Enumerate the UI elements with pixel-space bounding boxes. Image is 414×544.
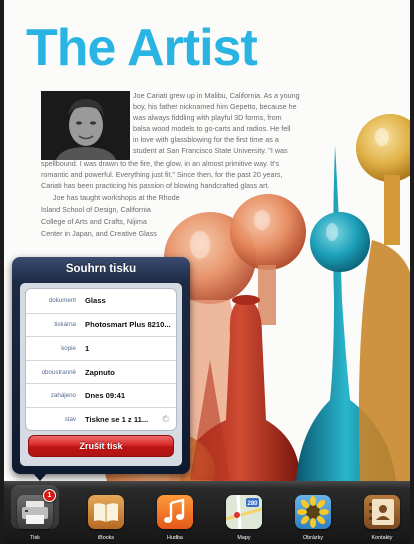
- row-value: Zapnuto: [85, 367, 115, 377]
- row-key: zahájeno: [50, 392, 76, 400]
- dock-app-label: Tisk: [30, 535, 40, 541]
- document-text-line: Joe Cariati grew up in Malibu, Californi…: [133, 91, 300, 100]
- table-row: stav Tiskne se 1 z 11...: [26, 407, 176, 430]
- activity-spinner-icon: [162, 415, 170, 424]
- dock-app-label: Obrázky: [302, 535, 324, 541]
- document-text-line: balsa wood models to go-carts and radios…: [133, 124, 291, 133]
- document-title: The Artist: [26, 19, 258, 77]
- document-text-line: Joe has taught workshops at the Rhode: [53, 193, 180, 202]
- popover-title: Souhrn tisku: [65, 263, 137, 275]
- maps-icon: 280: [226, 495, 262, 529]
- dock-app-label: Hudba: [167, 535, 183, 541]
- table-row: tiskárna Photosmart Plus 8210...: [26, 312, 176, 337]
- row-value: Dnes 09:41: [85, 391, 126, 401]
- print-summary-popover: Souhrn tisku dokument Glass tiskárna Pho…: [12, 257, 190, 474]
- dock: 1 Tisk iBooks Hudba 280 Mapy Obrázky Kon…: [0, 481, 414, 544]
- dock-app-photos[interactable]: Obrázky: [290, 487, 336, 541]
- document-text-line: Cariati has been practicing his passion …: [41, 181, 270, 190]
- device-bezel-right: [410, 0, 414, 544]
- row-key: tiskárna: [54, 321, 76, 329]
- dock-app-contacts[interactable]: Kontakty: [359, 487, 405, 541]
- document-text-line: boy, his father nicknamed him Gepetto, b…: [133, 102, 297, 111]
- print-details-table: dokument Glass tiskárna Photosmart Plus …: [25, 288, 177, 431]
- table-row: zahájeno Dnes 09:41: [26, 383, 176, 407]
- row-key: oboustranně: [41, 368, 76, 376]
- cancel-print-button[interactable]: Zrušit tisk: [28, 435, 174, 457]
- artist-portrait: [41, 91, 130, 160]
- popover-body: dokument Glass tiskárna Photosmart Plus …: [20, 283, 182, 466]
- document-text-line: spellbound. I was drawn to the fire, the…: [41, 159, 280, 168]
- ios-screen: The Artist Joe Cariati grew up in Malibu…: [0, 0, 414, 544]
- row-value: 1: [85, 343, 90, 353]
- dock-app-maps[interactable]: 280 Mapy: [221, 487, 267, 541]
- dock-app-label: Kontakty: [371, 535, 393, 541]
- photos-icon: [295, 495, 331, 529]
- popover-arrow: [32, 472, 48, 481]
- row-key: stav: [64, 415, 76, 423]
- document-text-line: Island School of Design, California: [41, 205, 151, 214]
- notification-badge: 1: [43, 489, 56, 502]
- dock-app-label: Mapy: [237, 535, 251, 541]
- dock-app-print[interactable]: 1 Tisk: [12, 487, 58, 541]
- document-text-line: Center in Japan, and Creative Glass: [41, 229, 157, 238]
- document-text-line: romantic and powerful. Everything just f…: [41, 170, 283, 179]
- document-text-line: College of Arts and Crafts, Nijima: [41, 217, 147, 226]
- ibooks-icon: [88, 495, 124, 529]
- dock-app-ibooks[interactable]: iBooks: [83, 487, 129, 541]
- device-bezel-left: [0, 0, 4, 544]
- contacts-icon: [364, 495, 400, 529]
- document-text-line: in love with glassblowing for the first …: [133, 135, 279, 144]
- table-row: oboustranně Zapnuto: [26, 359, 176, 384]
- table-row: kopie 1: [26, 336, 176, 360]
- table-row: dokument Glass: [26, 289, 176, 313]
- music-icon: [157, 495, 193, 529]
- row-key: dokument: [48, 297, 76, 305]
- row-value: Photosmart Plus 8210...: [85, 320, 171, 330]
- dock-app-music[interactable]: Hudba: [152, 487, 198, 541]
- document-text-line: student at San Francisco State Universit…: [133, 146, 288, 155]
- row-value: Glass: [85, 296, 106, 306]
- document-text-line: was always fiddling with playful 3D form…: [133, 113, 282, 122]
- dock-app-label: iBooks: [97, 535, 115, 541]
- map-route-sign: 280: [247, 501, 258, 507]
- row-key: kopie: [61, 344, 76, 352]
- row-value: Tiskne se 1 z 11...: [85, 414, 149, 424]
